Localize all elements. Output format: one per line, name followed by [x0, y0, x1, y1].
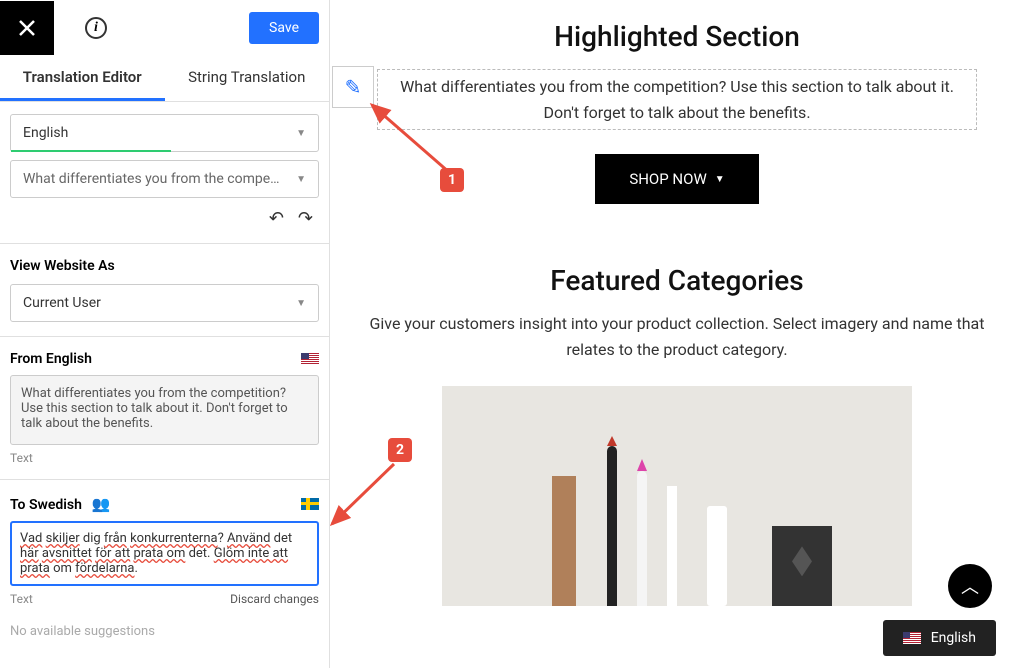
chevron-down-icon: ▼ [296, 128, 306, 139]
featured-section: Featured Categories Give your customers … [330, 264, 1024, 606]
flag-us-icon [301, 353, 319, 365]
string-select-value: What differentiates you from the competi… [23, 171, 283, 187]
edit-element-button[interactable]: ✎ [332, 66, 374, 108]
view-as-section: View Website As Current User ▼ [0, 243, 329, 336]
info-icon: i [85, 17, 107, 39]
info-button[interactable]: i [78, 10, 114, 46]
view-as-title: View Website As [10, 258, 319, 274]
language-select[interactable]: English ▼ [10, 114, 319, 152]
language-selector-block: English ▼ What differentiates you from t… [0, 102, 329, 198]
shop-now-button[interactable]: SHOP NOW ▼ [595, 154, 758, 204]
preview-pane: ✎ 1 2 Highlighted Section What different… [330, 0, 1024, 668]
undo-redo-bar: ↶ ↷ [0, 198, 329, 243]
tab-translation-editor[interactable]: Translation Editor [0, 56, 165, 101]
featured-description: Give your customers insight into your pr… [360, 311, 994, 362]
sidebar-topbar: i Save [0, 0, 329, 56]
translation-input[interactable]: Vad skiljer dig från konkurrenterna? Anv… [10, 521, 319, 586]
flag-us-icon [903, 632, 921, 644]
source-text-box[interactable]: What differentiates you from the competi… [10, 375, 319, 445]
from-language-title: From English [10, 351, 92, 367]
translation-meta: Text [10, 592, 33, 606]
product-image[interactable] [442, 386, 912, 606]
save-button[interactable]: Save [249, 12, 319, 44]
chevron-down-icon: ▼ [715, 174, 725, 185]
close-icon [18, 19, 36, 37]
chevron-down-icon: ▼ [296, 298, 306, 309]
source-meta: Text [10, 451, 33, 465]
hero-section: Highlighted Section What differentiates … [330, 0, 1024, 264]
pencil-icon: ✎ [345, 75, 362, 99]
view-as-select[interactable]: Current User ▼ [10, 284, 319, 322]
undo-button[interactable]: ↶ [269, 208, 284, 229]
flag-se-icon [301, 498, 319, 510]
string-select[interactable]: What differentiates you from the competi… [10, 160, 319, 198]
translation-sidebar: i Save Translation Editor String Transla… [0, 0, 330, 668]
hero-title: Highlighted Section [360, 20, 994, 53]
from-language-section: From English What differentiates you fro… [0, 336, 329, 479]
discard-changes-link[interactable]: Discard changes [230, 592, 319, 606]
redo-button[interactable]: ↷ [298, 208, 313, 229]
language-switcher-label: English [931, 630, 976, 646]
chevron-down-icon: ▼ [296, 174, 306, 185]
scroll-to-top-button[interactable]: ︿ [948, 564, 992, 608]
language-switcher[interactable]: English [883, 620, 996, 656]
language-select-value: English [23, 125, 68, 141]
no-suggestions-text: No available suggestions [10, 624, 319, 639]
shop-now-label: SHOP NOW [629, 170, 706, 188]
chevron-up-icon: ︿ [961, 573, 979, 599]
annotation-marker-2: 2 [388, 438, 412, 462]
close-button[interactable] [0, 1, 54, 55]
people-icon[interactable]: 👥 [92, 495, 111, 513]
to-language-title: To Swedish [10, 497, 82, 513]
annotation-marker-1: 1 [440, 168, 464, 192]
tab-string-translation[interactable]: String Translation [165, 56, 330, 101]
featured-title: Featured Categories [360, 264, 994, 297]
to-language-section: To Swedish 👥 Vad skiljer dig från konkur… [0, 479, 329, 653]
sidebar-tabs: Translation Editor String Translation [0, 56, 329, 102]
hero-description[interactable]: What differentiates you from the competi… [377, 69, 977, 130]
view-as-value: Current User [23, 295, 101, 311]
